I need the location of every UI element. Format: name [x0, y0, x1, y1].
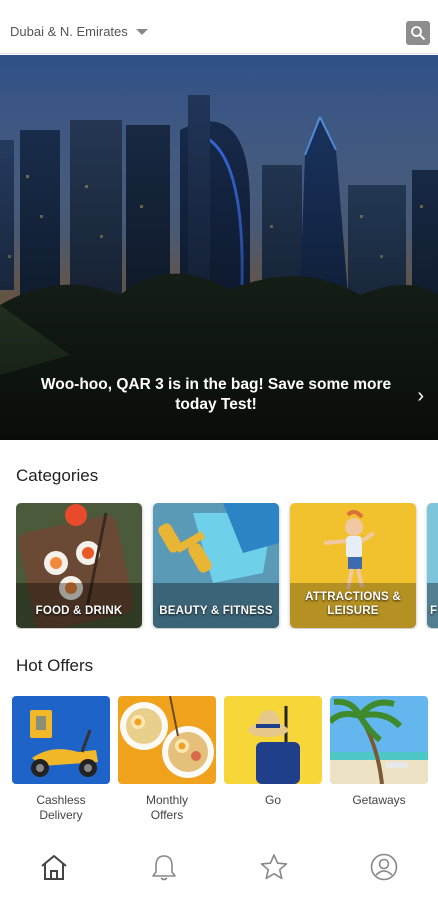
offer-label: Getaways	[352, 793, 406, 807]
offer-cashless-delivery[interactable]: Cashless Delivery	[12, 696, 110, 823]
nav-notifications[interactable]	[148, 851, 180, 883]
category-beauty-fitness[interactable]: BEAUTY & FITNESS	[153, 503, 279, 628]
category-label: F	[430, 605, 438, 617]
category-food-drink[interactable]: FOOD & DRINK	[16, 503, 142, 628]
location-selector[interactable]: Dubai & N. Emirates	[10, 24, 148, 39]
ramen-image	[118, 696, 216, 784]
delivery-scooter-image	[12, 696, 110, 784]
nav-profile[interactable]	[368, 851, 400, 883]
bottom-nav	[0, 836, 438, 900]
category-label: FOOD & DRINK	[35, 605, 123, 617]
hot-offers-list: Cashless Delivery Monthly Offers Go Geta…	[12, 696, 438, 826]
chevron-down-icon	[135, 29, 148, 35]
category-partial[interactable]: F	[427, 503, 438, 628]
offer-go[interactable]: Go	[224, 696, 322, 808]
suitcase-hat-image	[224, 696, 322, 784]
offer-getaways[interactable]: Getaways	[330, 696, 428, 808]
search-button[interactable]	[406, 21, 430, 45]
home-icon	[41, 855, 67, 880]
category-label: BEAUTY & FITNESS	[159, 605, 273, 617]
category-label: ATTRACTIONS & LEISURE	[305, 591, 401, 617]
nav-favorites[interactable]	[258, 851, 290, 883]
offer-monthly-offers[interactable]: Monthly Offers	[118, 696, 216, 823]
category-attractions-leisure[interactable]: ATTRACTIONS & LEISURE	[290, 503, 416, 628]
hero-banner[interactable]: Woo-hoo, QAR 3 is in the bag! Save some …	[0, 55, 438, 440]
star-icon	[260, 854, 288, 880]
categories-title: Categories	[16, 466, 99, 485]
offer-label: Cashless Delivery	[36, 793, 86, 822]
offer-label: Go	[264, 793, 281, 807]
hot-offers-title: Hot Offers	[16, 656, 94, 675]
hero-message: Woo-hoo, QAR 3 is in the bag! Save some …	[40, 376, 392, 413]
location-label: Dubai & N. Emirates	[10, 24, 128, 39]
categories-carousel[interactable]: FOOD & DRINK BEAUTY & FITNESS ATTRACTION…	[16, 503, 438, 629]
nav-home[interactable]	[38, 851, 70, 883]
chevron-right-icon[interactable]: ›	[417, 385, 424, 408]
top-bar: Dubai & N. Emirates	[0, 0, 438, 54]
beach-palm-image	[330, 696, 428, 784]
bell-icon	[152, 855, 176, 881]
profile-icon	[370, 853, 398, 881]
offer-label: Monthly Offers	[145, 793, 189, 822]
search-icon	[411, 26, 426, 41]
